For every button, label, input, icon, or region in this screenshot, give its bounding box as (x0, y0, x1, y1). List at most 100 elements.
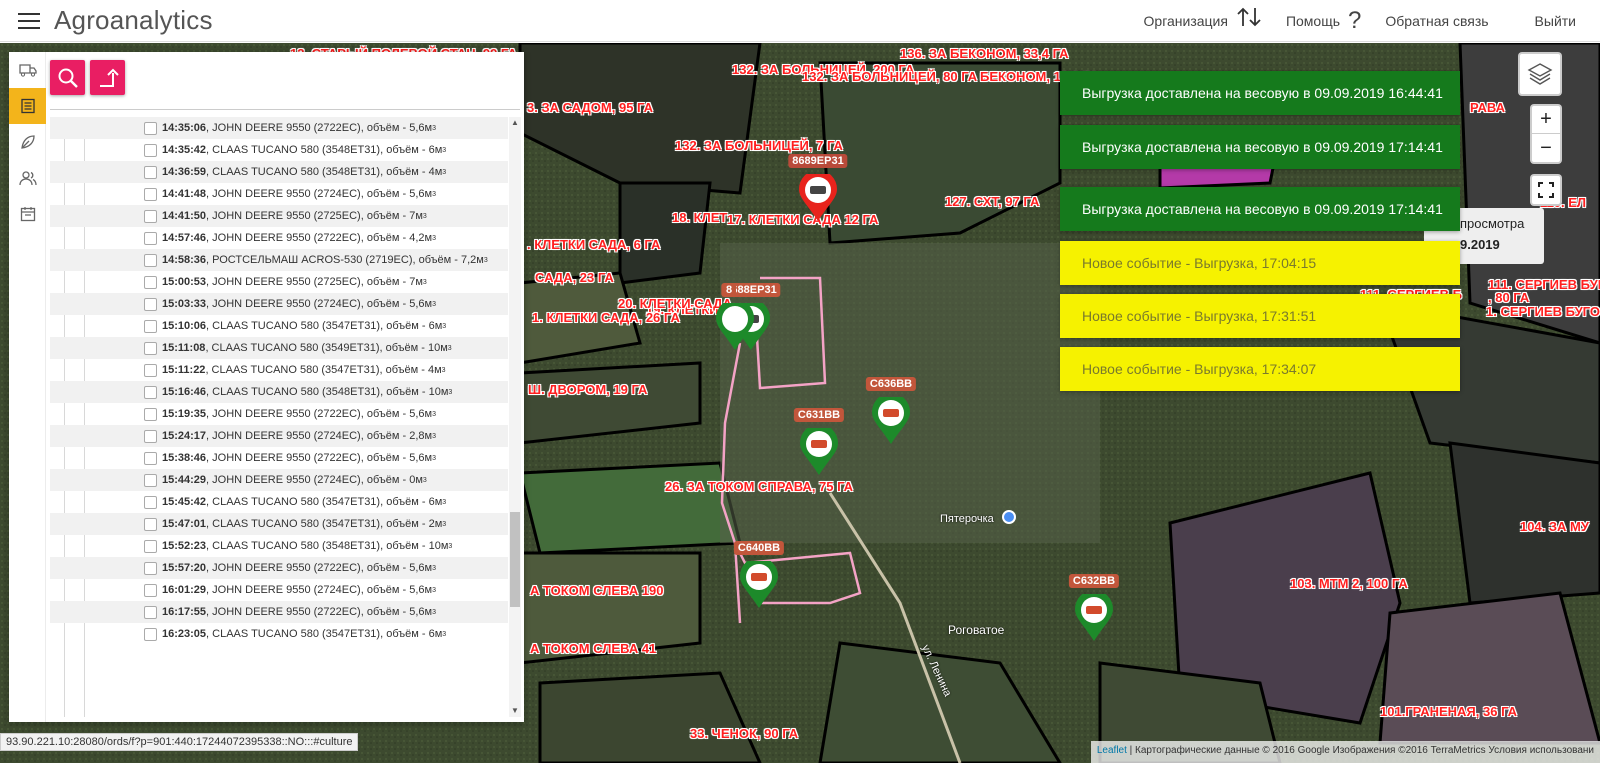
vehicle-marker-green[interactable]: С636ВВ (865, 377, 917, 445)
vehicle-marker-green[interactable]: С631ВВ (793, 408, 845, 476)
list-item[interactable]: 15:10:06, CLAAS TUCANO 580 (3547ЕТ31), о… (50, 315, 508, 337)
scroll-down-icon[interactable]: ▼ (509, 705, 521, 717)
feedback-link[interactable]: Обратная связь (1385, 13, 1488, 29)
map-attribution: Leaflet | Картографические данные © 2016… (1090, 741, 1600, 763)
list-item[interactable]: 16:01:29, JOHN DEERE 9550 (2724ЕС), объё… (50, 579, 508, 601)
tab-vehicles[interactable] (9, 52, 46, 88)
row-checkbox[interactable] (144, 539, 157, 553)
field-label: 132. ЗА БОЛЬНИЦЕЙ, 7 ГА (675, 138, 843, 153)
row-checkbox[interactable] (144, 605, 157, 619)
list-item[interactable]: 15:38:46, JOHN DEERE 9550 (2722ЕС), объё… (50, 447, 508, 469)
row-text: , JOHN DEERE 9550 (2722ЕС), объём - 5,6м (206, 562, 433, 574)
scroll-thumb[interactable] (510, 512, 520, 607)
vehicle-marker-green[interactable]: С640ВВ (733, 541, 785, 609)
row-checkbox[interactable] (144, 385, 157, 399)
row-checkbox[interactable] (144, 319, 157, 333)
row-time: 15:52:23 (162, 540, 207, 552)
list-item[interactable]: 15:45:42, CLAAS TUCANO 580 (3547ЕТ31), о… (50, 491, 508, 513)
notification[interactable]: Новое событие - Выгрузка, 17:31:51 (1060, 294, 1460, 338)
row-time: 15:03:33 (162, 298, 207, 310)
notification[interactable]: Выгрузка доставлена на весовую в 09.09.2… (1060, 71, 1460, 115)
fullscreen-button[interactable] (1530, 174, 1562, 206)
logout-link[interactable]: Выйти (1535, 13, 1576, 29)
row-checkbox[interactable] (144, 363, 157, 377)
list-item[interactable]: 15:16:46, CLAAS TUCANO 580 (3548ЕТ31), о… (50, 381, 508, 403)
tab-list[interactable] (9, 88, 46, 124)
place-label-village: Роговатое (948, 623, 1005, 637)
row-time: 15:57:20 (162, 562, 207, 574)
export-button[interactable] (90, 60, 125, 95)
list-item[interactable]: 14:41:48, JOHN DEERE 9550 (2724ЕС), объё… (50, 183, 508, 205)
row-checkbox[interactable] (144, 143, 157, 157)
list-item[interactable]: 15:19:35, JOHN DEERE 9550 (2722ЕС), объё… (50, 403, 508, 425)
list-item[interactable]: 15:11:08, CLAAS TUCANO 580 (3549ЕТ31), о… (50, 337, 508, 359)
list-item[interactable]: 14:41:50, JOHN DEERE 9550 (2725ЕС), объё… (50, 205, 508, 227)
list-item[interactable]: 15:11:22, CLAAS TUCANO 580 (3547ЕТ31), о… (50, 359, 508, 381)
tab-calendar[interactable] (9, 196, 46, 232)
list-item[interactable]: 14:36:59, CLAAS TUCANO 580 (3548ЕТ31), о… (50, 161, 508, 183)
row-checkbox[interactable] (144, 451, 157, 465)
row-checkbox[interactable] (144, 165, 157, 179)
row-checkbox[interactable] (144, 517, 157, 531)
shop-marker-icon[interactable] (1002, 510, 1016, 524)
row-time: 15:44:29 (162, 474, 207, 486)
list-item[interactable]: 14:35:42, CLAAS TUCANO 580 (3548ЕТ31), о… (50, 139, 508, 161)
list-scrollbar[interactable]: ▲ ▼ (509, 117, 521, 717)
row-unit-sup: 3 (442, 498, 447, 506)
list-item[interactable]: 15:52:23, CLAAS TUCANO 580 (3548ЕТ31), о… (50, 535, 508, 557)
tab-leaf[interactable] (9, 124, 46, 160)
layers-button[interactable] (1518, 52, 1562, 96)
row-checkbox[interactable] (144, 561, 157, 575)
list-item[interactable]: 15:00:53, JOHN DEERE 9550 (2725ЕС), объё… (50, 271, 508, 293)
notification[interactable]: Новое событие - Выгрузка, 17:34:07 (1060, 347, 1460, 391)
row-checkbox[interactable] (144, 231, 157, 245)
row-text: , JOHN DEERE 9550 (2722ЕС), объём - 5,6м (206, 408, 433, 420)
organization-link[interactable]: Организация (1144, 13, 1228, 29)
notification[interactable]: Выгрузка доставлена на весовую в 09.09.2… (1060, 125, 1460, 169)
leaflet-link[interactable]: Leaflet (1097, 745, 1127, 756)
tab-users[interactable] (9, 160, 46, 196)
row-checkbox[interactable] (144, 187, 157, 201)
row-checkbox[interactable] (144, 429, 157, 443)
row-checkbox[interactable] (144, 473, 157, 487)
search-icon (58, 68, 78, 88)
zoom-out-button[interactable]: − (1532, 134, 1560, 162)
menu-icon[interactable] (18, 12, 40, 29)
list-item[interactable]: 14:58:36, РОСТСЕЛЬМАШ ACROS-530 (2719ЕС)… (50, 249, 508, 271)
row-checkbox[interactable] (144, 341, 157, 355)
switch-arrows-icon[interactable] (1236, 6, 1262, 35)
list-item[interactable]: 15:57:20, JOHN DEERE 9550 (2722ЕС), объё… (50, 557, 508, 579)
vehicle-marker-red[interactable]: 8689ЕР31 (788, 154, 848, 222)
search-button[interactable] (50, 60, 85, 95)
row-checkbox[interactable] (144, 407, 157, 421)
row-checkbox[interactable] (144, 297, 157, 311)
vehicle-marker-green[interactable]: С632ВВ (1068, 574, 1120, 642)
list-item[interactable]: 14:35:06, JOHN DEERE 9550 (2722ЕС), объё… (50, 117, 508, 139)
notification[interactable]: Выгрузка доставлена на весовую в 09.09.2… (1060, 187, 1460, 231)
list-item[interactable]: 15:44:29, JOHN DEERE 9550 (2724ЕС), объё… (50, 469, 508, 491)
header-nav: Организация Помощь ? Обратная связь Выйт… (1144, 0, 1576, 42)
list-item[interactable]: 14:57:46, JOHN DEERE 9550 (2722ЕС), объё… (50, 227, 508, 249)
question-icon[interactable]: ? (1348, 7, 1361, 35)
row-time: 15:00:53 (162, 276, 207, 288)
export-arrow-icon (99, 68, 119, 87)
list-item[interactable]: 15:24:17, JOHN DEERE 9550 (2724ЕС), объё… (50, 425, 508, 447)
vehicle-marker-green[interactable]: 8 (714, 283, 756, 351)
row-checkbox[interactable] (144, 627, 157, 641)
truck-pin-icon (1075, 594, 1113, 641)
row-checkbox[interactable] (144, 209, 157, 223)
row-checkbox[interactable] (144, 275, 157, 289)
list-item[interactable]: 16:17:55, JOHN DEERE 9550 (2722ЕС), объё… (50, 601, 508, 623)
zoom-in-button[interactable]: + (1532, 106, 1560, 134)
list-item[interactable]: 15:47:01, CLAAS TUCANO 580 (3547ЕТ31), о… (50, 513, 508, 535)
help-link[interactable]: Помощь (1286, 13, 1340, 29)
side-tabs (9, 52, 46, 722)
scroll-up-icon[interactable]: ▲ (509, 117, 521, 129)
row-checkbox[interactable] (144, 495, 157, 509)
list-item[interactable]: 16:23:05, CLAAS TUCANO 580 (3547ЕТ31), о… (50, 623, 508, 645)
row-checkbox[interactable] (144, 253, 157, 267)
row-checkbox[interactable] (144, 583, 157, 597)
row-checkbox[interactable] (144, 121, 157, 135)
notification[interactable]: Новое событие - Выгрузка, 17:04:15 (1060, 241, 1460, 285)
list-item[interactable]: 15:03:33, JOHN DEERE 9550 (2724ЕС), объё… (50, 293, 508, 315)
